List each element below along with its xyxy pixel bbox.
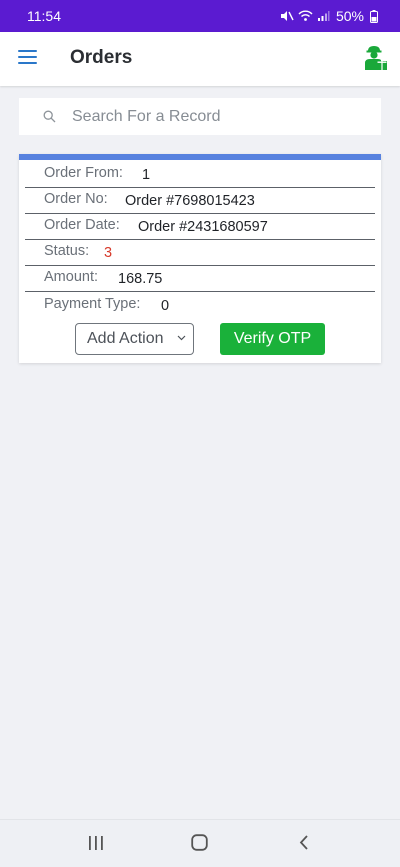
chevron-down-icon — [177, 335, 186, 341]
back-icon[interactable] — [299, 835, 309, 850]
order-date-value: Order #2431680597 — [138, 219, 268, 235]
add-action-select[interactable]: Add Action — [75, 323, 194, 355]
order-no-row: Order No: Order #7698015423 — [25, 188, 375, 214]
hamburger-menu-icon[interactable] — [18, 50, 37, 65]
status-label: Status: — [44, 243, 90, 259]
order-no-value: Order #7698015423 — [125, 193, 255, 209]
page-title: Orders — [70, 47, 133, 68]
amount-row: Amount: 168.75 — [25, 266, 375, 292]
search-input[interactable] — [72, 98, 372, 135]
payment-type-value: 0 — [161, 298, 170, 314]
order-date-label: Order Date: — [44, 217, 120, 233]
signal-icon — [317, 11, 330, 21]
status-time: 11:54 — [27, 8, 61, 24]
amount-label: Amount: — [44, 269, 98, 285]
order-from-value: 1 — [142, 167, 151, 183]
payment-type-row: Payment Type: 0 — [25, 293, 375, 319]
status-icons — [280, 10, 330, 22]
card-accent-bar — [19, 154, 381, 160]
app-bar: Orders — [0, 32, 400, 86]
order-no-label: Order No: — [44, 191, 108, 207]
delivery-person-icon[interactable] — [362, 44, 388, 71]
battery-percent: 50% — [335, 8, 364, 24]
verify-otp-button[interactable]: Verify OTP — [220, 323, 325, 355]
wifi-icon — [298, 10, 313, 21]
battery-icon — [370, 9, 378, 23]
recent-apps-icon[interactable] — [88, 836, 104, 850]
amount-value: 168.75 — [118, 271, 163, 287]
order-date-row: Order Date: Order #2431680597 — [25, 214, 375, 240]
payment-type-label: Payment Type: — [44, 296, 141, 312]
add-action-label: Add Action — [87, 330, 164, 347]
status-value: 3 — [104, 245, 113, 261]
home-icon[interactable] — [191, 834, 208, 851]
status-right: 50% — [280, 8, 378, 24]
order-card: Order From: 1 Order No: Order #769801542… — [19, 154, 381, 363]
status-bar: 11:54 50% — [0, 0, 400, 32]
mute-icon — [280, 11, 294, 21]
search-box — [19, 98, 381, 135]
order-from-row: Order From: 1 — [25, 162, 375, 188]
order-from-label: Order From: — [44, 165, 123, 181]
system-nav-bar — [0, 819, 400, 867]
status-row: Status: 3 — [25, 240, 375, 266]
search-icon — [43, 110, 56, 123]
